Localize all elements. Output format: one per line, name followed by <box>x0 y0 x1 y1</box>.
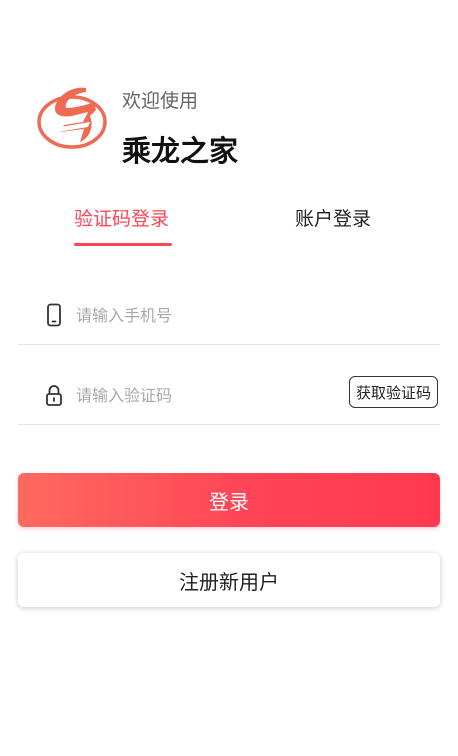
app-name: 乘龙之家 <box>122 134 239 168</box>
phone-input[interactable] <box>76 300 346 330</box>
login-button[interactable]: 登录 <box>18 473 440 527</box>
login-tabs: 验证码登录 账户登录 <box>0 204 458 248</box>
tab-sms-login[interactable]: 验证码登录 <box>74 204 169 231</box>
code-input[interactable] <box>76 380 346 410</box>
register-button[interactable]: 注册新用户 <box>18 553 440 607</box>
header: 欢迎使用 乘龙之家 <box>36 78 436 178</box>
lock-icon <box>46 385 62 406</box>
tab-account-login[interactable]: 账户登录 <box>295 204 371 231</box>
welcome-text: 欢迎使用 <box>122 90 199 112</box>
dragon-logo-icon <box>37 87 107 149</box>
active-tab-indicator <box>74 243 172 246</box>
code-field: 获取验证码 <box>18 366 440 425</box>
get-code-button[interactable]: 获取验证码 <box>348 376 438 408</box>
mobile-phone-icon <box>47 303 61 327</box>
phone-field <box>18 286 440 345</box>
